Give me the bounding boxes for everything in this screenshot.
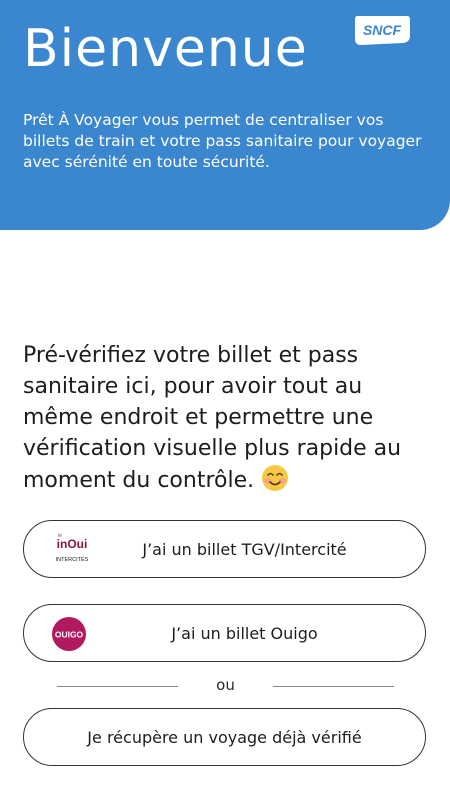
- smiling-face-icon: [262, 465, 289, 491]
- intro-text: Pré-vérifiez votre billet et pass sanita…: [23, 340, 433, 496]
- ouigo-ticket-button[interactable]: OUIGO J’ai un billet Ouigo: [23, 604, 426, 662]
- tgv-intercite-ticket-button[interactable]: le inOui INTERCITÉS J’ai un billet TGV/I…: [23, 520, 426, 578]
- welcome-header: Bienvenue SNCF Prêt À Voyager vous perme…: [0, 0, 450, 230]
- intro-text-content: Pré-vérifiez votre billet et pass sanita…: [23, 343, 402, 493]
- sncf-logo-icon: SNCF: [355, 16, 410, 45]
- retrieve-verified-trip-button[interactable]: Je récupère un voyage déjà vérifié: [23, 708, 426, 766]
- welcome-screen: Bienvenue SNCF Prêt À Voyager vous perme…: [0, 0, 450, 795]
- or-label: ou: [216, 676, 235, 694]
- welcome-description: Prêt À Voyager vous permet de centralise…: [23, 111, 422, 171]
- divider-line-right: [273, 686, 394, 687]
- ouigo-ticket-label: J’ai un billet Ouigo: [171, 623, 318, 643]
- or-divider: ou: [57, 676, 394, 694]
- page-title: Bienvenue: [23, 19, 308, 79]
- svg-text:SNCF: SNCF: [363, 22, 402, 38]
- retrieve-verified-trip-label: Je récupère un voyage déjà vérifié: [87, 727, 362, 747]
- tgv-intercite-ticket-label: J’ai un billet TGV/Intercité: [142, 539, 347, 559]
